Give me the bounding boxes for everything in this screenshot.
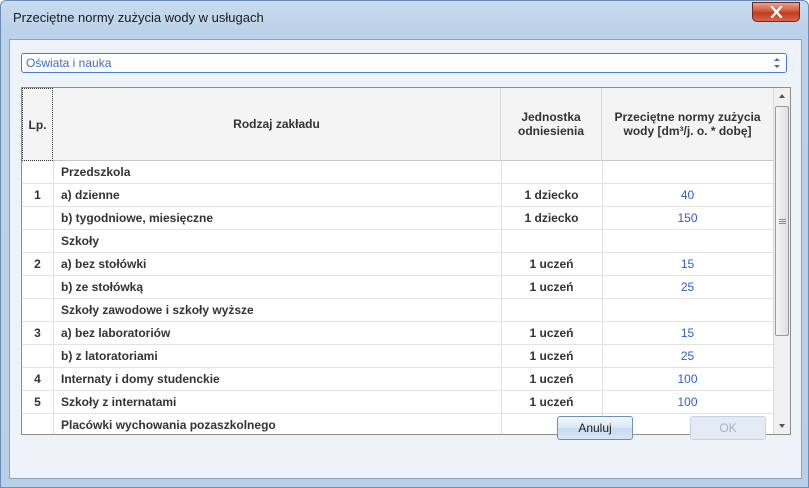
cell-norm: 15 (680, 326, 695, 340)
cell-name: b) z latoratoriami (61, 349, 158, 363)
norms-table: Lp. Rodzaj zakładu Jednostka odniesienia… (21, 87, 791, 435)
header-norm[interactable]: Przeciętne normy zużycia wody [dm³/j. o.… (602, 88, 773, 161)
cell-name: a) bez laboratoriów (61, 326, 171, 340)
cell-unit: 1 dziecko (524, 188, 579, 202)
table-row[interactable]: 2 a) bez stołówki 1 uczeń 15 (22, 253, 773, 276)
table-row[interactable]: b) tygodniowe, miesięczne 1 dziecko 150 (22, 207, 773, 230)
category-select[interactable]: Oświata i nauka (21, 53, 787, 73)
cell-unit: 1 dziecko (524, 211, 579, 225)
up-down-arrow-icon (774, 58, 780, 68)
cell-unit: 1 uczeń (529, 280, 574, 294)
category-select-value: Oświata i nauka (26, 56, 112, 70)
table-row[interactable]: Szkoły (22, 230, 773, 253)
cell-norm: 40 (680, 188, 695, 202)
cell-norm: 100 (677, 395, 698, 409)
table-row[interactable]: Szkoły zawodowe i szkoły wyższe (22, 299, 773, 322)
cell-name: Placówki wychowania pozaszkolnego (61, 418, 276, 432)
table-row[interactable]: 1 a) dzienne 1 dziecko 40 (22, 184, 773, 207)
scroll-up-arrow-icon[interactable] (774, 88, 790, 105)
table-row[interactable]: Placówki wychowania pozaszkolnego (22, 414, 773, 434)
dialog-body: Oświata i nauka Lp. Rodzaj zakładu Jedno… (9, 39, 802, 479)
cell-norm: 15 (680, 257, 695, 271)
cell-name: Szkoły (61, 234, 100, 248)
cell-name: a) bez stołówki (61, 257, 147, 271)
cell-name: b) ze stołówką (61, 280, 144, 294)
cell-lp: 2 (34, 257, 41, 271)
cell-unit: 1 uczeń (529, 372, 574, 386)
cell-norm: 100 (677, 372, 698, 386)
close-button[interactable] (752, 2, 800, 22)
table-row[interactable]: b) z latoratoriami 1 uczeń 25 (22, 345, 773, 368)
close-icon (770, 6, 783, 18)
cell-unit: 1 uczeń (529, 257, 574, 271)
dialog-window: Przeciętne normy zużycia wody w usługach… (0, 0, 809, 488)
cell-norm: 150 (677, 211, 698, 225)
cell-lp: 4 (34, 372, 41, 386)
cell-norm: 25 (680, 280, 695, 294)
cell-lp: 1 (34, 188, 41, 202)
cell-norm: 25 (680, 349, 695, 363)
window-title: Przeciętne normy zużycia wody w usługach (13, 10, 264, 25)
scroll-down-arrow-icon[interactable] (774, 417, 790, 434)
vertical-scrollbar[interactable] (773, 88, 790, 434)
cell-name: Szkoły z internatami (61, 395, 177, 409)
cell-unit: 1 uczeń (529, 395, 574, 409)
cell-lp: 5 (34, 395, 41, 409)
table-row[interactable]: 5 Szkoły z internatami 1 uczeń 100 (22, 391, 773, 414)
header-unit[interactable]: Jednostka odniesienia (501, 88, 602, 161)
cell-name: Przedszkola (61, 165, 131, 179)
cell-name: a) dzienne (61, 188, 120, 202)
cell-name: Szkoły zawodowe i szkoły wyższe (61, 303, 254, 317)
cell-name: Internaty i domy studenckie (61, 372, 220, 386)
scrollbar-thumb[interactable] (775, 106, 789, 336)
header-name[interactable]: Rodzaj zakładu (53, 88, 501, 161)
cell-unit: 1 uczeń (529, 326, 574, 340)
cell-lp: 3 (34, 326, 41, 340)
table-row[interactable]: b) ze stołówką 1 uczeń 25 (22, 276, 773, 299)
grip-icon (779, 219, 786, 224)
cell-name: b) tygodniowe, miesięczne (61, 211, 214, 225)
table-row[interactable]: 3 a) bez laboratoriów 1 uczeń 15 (22, 322, 773, 345)
title-bar[interactable]: Przeciętne normy zużycia wody w usługach (1, 1, 808, 39)
header-lp[interactable]: Lp. (22, 88, 53, 161)
ok-button[interactable]: OK (690, 416, 766, 440)
cancel-button[interactable]: Anuluj (557, 416, 633, 440)
table-row[interactable]: 4 Internaty i domy studenckie 1 uczeń 10… (22, 368, 773, 391)
table-row[interactable]: Przedszkola (22, 161, 773, 184)
cell-unit: 1 uczeń (529, 349, 574, 363)
